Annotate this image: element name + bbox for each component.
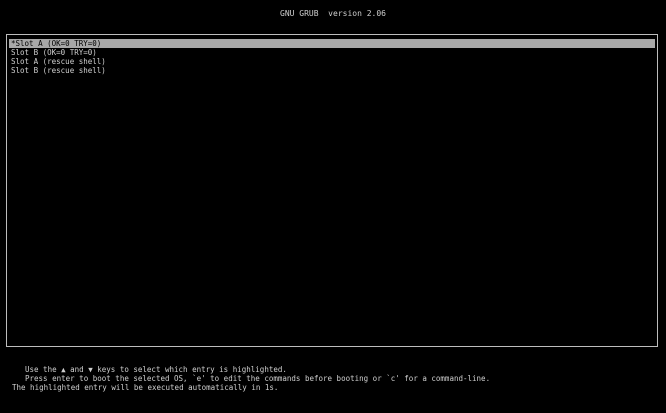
grub-title: GNU GRUB version 2.06 <box>280 9 386 18</box>
boot-entry-slot-a[interactable]: *Slot A (OK=0 TRY=0) <box>9 39 655 48</box>
boot-entry-slot-a-rescue-shell[interactable]: Slot A (rescue shell) <box>9 57 655 66</box>
boot-entry-slot-b-rescue-shell[interactable]: Slot B (rescue shell) <box>9 66 655 75</box>
help-text: Use the ▲ and ▼ keys to select which ent… <box>12 365 652 392</box>
boot-menu: *Slot A (OK=0 TRY=0) Slot B (OK=0 TRY=0)… <box>6 34 658 347</box>
help-line-actions: Press enter to boot the selected OS, `e'… <box>25 374 491 383</box>
help-line-navigation: Use the ▲ and ▼ keys to select which ent… <box>25 365 287 374</box>
boot-entry-list: *Slot A (OK=0 TRY=0) Slot B (OK=0 TRY=0)… <box>9 39 655 75</box>
boot-entry-slot-b[interactable]: Slot B (OK=0 TRY=0) <box>9 48 655 57</box>
help-line-countdown: The highlighted entry will be executed a… <box>12 383 279 392</box>
